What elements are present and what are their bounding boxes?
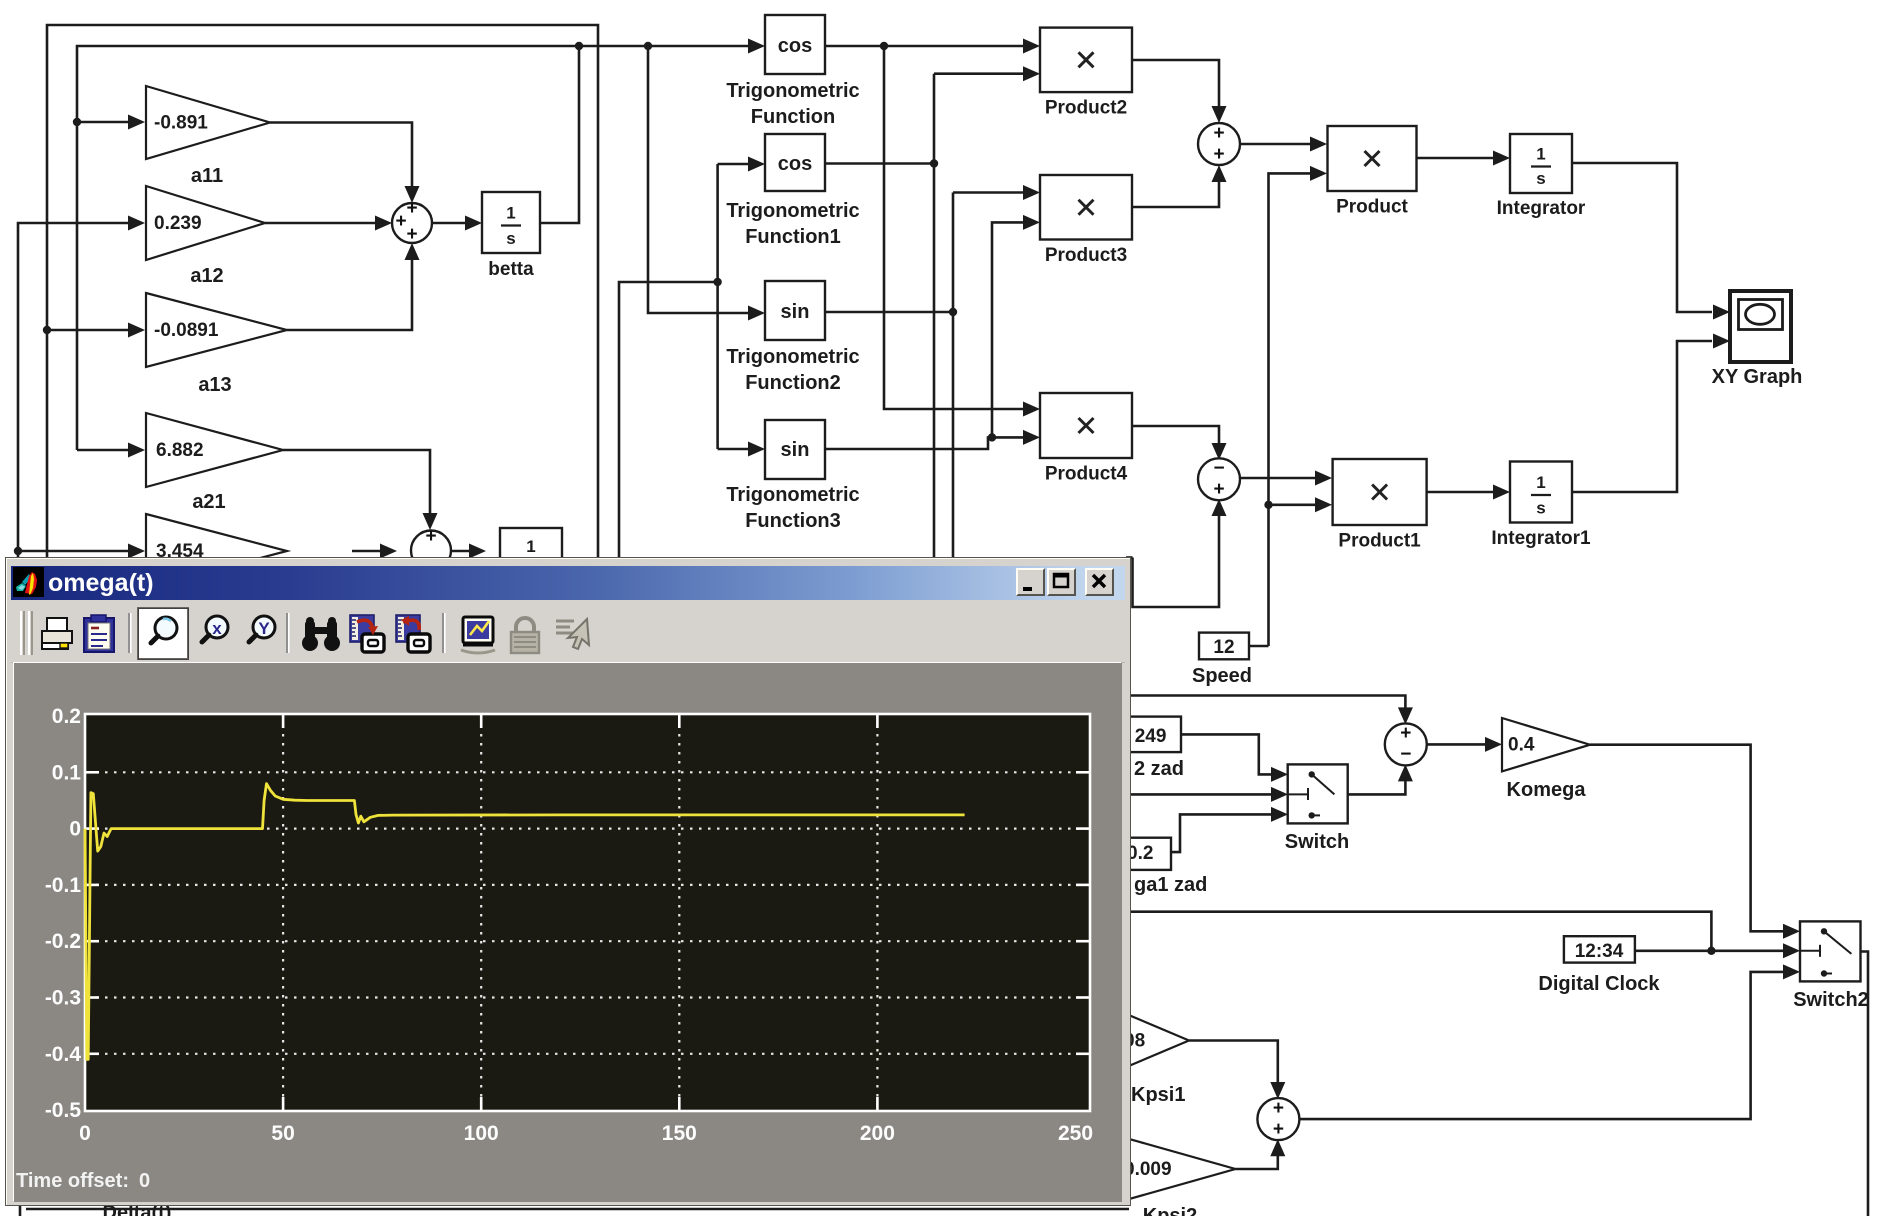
svg-text:Integrator1: Integrator1 <box>1491 528 1591 549</box>
svg-text:a13: a13 <box>198 374 231 396</box>
svg-text:-0.0891: -0.0891 <box>154 320 219 341</box>
svg-text:-0.891: -0.891 <box>154 113 208 134</box>
svg-text:Product2: Product2 <box>1045 98 1127 119</box>
svg-text:-0.3: -0.3 <box>45 987 81 1010</box>
svg-text:+: + <box>1213 144 1224 165</box>
svg-text:50: 50 <box>271 1122 294 1145</box>
svg-text:0: 0 <box>69 818 81 841</box>
svg-text:Product4: Product4 <box>1045 464 1128 485</box>
svg-text:a11: a11 <box>191 165 223 187</box>
svg-text:sin: sin <box>781 301 810 323</box>
svg-text:249: 249 <box>1135 726 1167 747</box>
svg-text:-0.4: -0.4 <box>45 1043 82 1066</box>
svg-text:Switch: Switch <box>1285 831 1349 853</box>
svg-text:+: + <box>1273 1119 1284 1140</box>
svg-text:a12: a12 <box>190 265 223 287</box>
svg-text:−: − <box>1213 458 1224 479</box>
svg-text:+: + <box>1400 723 1411 744</box>
svg-text:0.239: 0.239 <box>154 213 202 234</box>
svg-text:+: + <box>1213 479 1224 500</box>
svg-text:0: 0 <box>79 1122 91 1145</box>
svg-text:Trigonometric: Trigonometric <box>726 200 859 222</box>
svg-text:+: + <box>1213 123 1224 144</box>
svg-text:Product3: Product3 <box>1045 245 1127 266</box>
svg-text:Integrator: Integrator <box>1497 198 1586 219</box>
svg-text:150: 150 <box>662 1122 697 1145</box>
svg-text:sin: sin <box>781 439 810 461</box>
svg-text:1: 1 <box>1536 473 1545 492</box>
svg-text:x: x <box>212 619 222 638</box>
svg-text:Trigonometric: Trigonometric <box>726 484 859 506</box>
svg-text:s: s <box>506 229 515 248</box>
svg-text:s: s <box>1536 499 1545 518</box>
svg-text:100: 100 <box>464 1122 499 1145</box>
svg-text:0.1: 0.1 <box>52 761 82 784</box>
svg-text:12:34: 12:34 <box>1575 941 1624 962</box>
svg-text:200: 200 <box>860 1122 895 1145</box>
svg-text:-0.1: -0.1 <box>45 874 82 897</box>
svg-text:2 zad: 2 zad <box>1134 758 1184 780</box>
svg-text:cos: cos <box>778 35 812 57</box>
svg-text:Y: Y <box>258 619 270 638</box>
svg-text:Function1: Function1 <box>745 226 841 248</box>
svg-text:1: 1 <box>506 204 515 223</box>
svg-text:Trigonometric: Trigonometric <box>726 346 859 368</box>
svg-text:Switch2: Switch2 <box>1793 989 1869 1011</box>
svg-text:0.4: 0.4 <box>1508 735 1535 756</box>
svg-text:1: 1 <box>1536 145 1545 164</box>
svg-text:-0.5: -0.5 <box>45 1099 82 1122</box>
svg-text:betta: betta <box>488 259 534 280</box>
svg-text:+: + <box>406 224 417 245</box>
svg-text:12: 12 <box>1213 637 1234 658</box>
svg-text:s: s <box>1536 169 1545 188</box>
svg-text:XY Graph: XY Graph <box>1712 366 1803 388</box>
svg-text:Kpsi1: Kpsi1 <box>1131 1084 1185 1106</box>
svg-text:ga1 zad: ga1 zad <box>1134 874 1207 896</box>
svg-text:+: + <box>425 526 436 547</box>
svg-text:0.009: 0.009 <box>1124 1159 1172 1180</box>
svg-text:Product1: Product1 <box>1338 531 1421 552</box>
svg-text:a21: a21 <box>192 491 225 513</box>
svg-text:0.2: 0.2 <box>52 705 81 728</box>
svg-text:+: + <box>395 211 406 232</box>
svg-text:Time offset:: Time offset: <box>16 1170 129 1192</box>
svg-text:+: + <box>1273 1098 1284 1119</box>
svg-text:Product: Product <box>1336 197 1408 218</box>
svg-text:Kpsi2: Kpsi2 <box>1143 1205 1197 1216</box>
svg-text:Speed: Speed <box>1192 665 1252 687</box>
svg-text:-0.2: -0.2 <box>45 930 81 953</box>
svg-text:Komega: Komega <box>1507 779 1587 801</box>
svg-text:250: 250 <box>1058 1122 1093 1145</box>
svg-text:−: − <box>1400 744 1411 765</box>
svg-text:Function2: Function2 <box>745 372 841 394</box>
svg-text:Function: Function <box>751 106 835 128</box>
svg-text:cos: cos <box>778 153 812 175</box>
svg-text:1: 1 <box>526 537 535 556</box>
svg-text:Function3: Function3 <box>745 510 841 532</box>
svg-text:6.882: 6.882 <box>156 440 204 461</box>
svg-text:+: + <box>406 198 417 219</box>
svg-text:Trigonometric: Trigonometric <box>726 80 859 102</box>
svg-text:0: 0 <box>139 1170 150 1192</box>
svg-text:Digital Clock: Digital Clock <box>1538 973 1660 995</box>
